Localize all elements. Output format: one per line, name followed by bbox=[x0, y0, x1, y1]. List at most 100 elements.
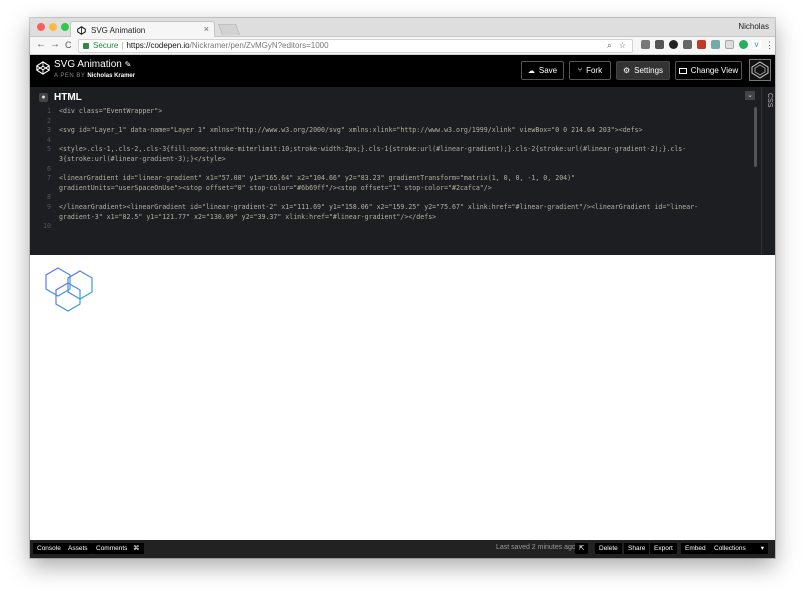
tab-title: SVG Animation bbox=[91, 25, 146, 35]
code-line[interactable]: 7 <linearGradient id="linear-gradient" x1… bbox=[39, 174, 751, 183]
code-line[interactable]: 8 bbox=[39, 193, 751, 202]
code-text: gradient-3" x1="82.5" y1="121.77" x2="13… bbox=[59, 212, 437, 221]
new-tab-button[interactable] bbox=[217, 24, 241, 35]
line-number: 4 bbox=[47, 135, 51, 144]
editor-settings-icon[interactable]: ● bbox=[39, 92, 48, 102]
url-host: https://codepen.io bbox=[126, 41, 190, 50]
code-line[interactable]: 3{stroke:url(#linear-gradient-3);}</styl… bbox=[39, 155, 751, 164]
extension-icon[interactable] bbox=[641, 40, 650, 49]
external-view-icon[interactable]: ⇱ bbox=[575, 543, 589, 554]
reload-icon[interactable]: C bbox=[65, 39, 72, 51]
code-line[interactable]: 2 bbox=[39, 117, 751, 126]
lock-icon bbox=[83, 43, 89, 49]
line-number: 10 bbox=[43, 222, 51, 231]
share-button[interactable]: Share bbox=[624, 543, 650, 554]
avatar[interactable] bbox=[749, 59, 771, 81]
line-number: 8 bbox=[47, 193, 51, 202]
keyboard-shortcuts-button[interactable]: ⌘ bbox=[129, 543, 144, 554]
extension-icon[interactable] bbox=[725, 40, 734, 49]
avatar-image bbox=[751, 61, 769, 79]
collections-dropdown[interactable]: Collections ▾ bbox=[710, 543, 768, 554]
forward-arrow-icon[interactable]: → bbox=[50, 39, 60, 51]
export-button[interactable]: Export bbox=[650, 543, 677, 554]
line-number: 9 bbox=[47, 203, 51, 211]
code-line[interactable]: 1 <div class="EventWrapper"> bbox=[39, 107, 751, 116]
gear-icon: ⚙ bbox=[622, 66, 631, 75]
extension-icon[interactable] bbox=[669, 40, 678, 49]
pencil-icon[interactable]: ✎ bbox=[125, 60, 132, 69]
layout-icon bbox=[678, 67, 687, 74]
code-text: </linearGradient><linearGradient id="lin… bbox=[59, 203, 699, 211]
code-line[interactable]: gradient-3" x1="82.5" y1="121.77" x2="13… bbox=[39, 213, 751, 222]
extension-icon[interactable] bbox=[711, 40, 720, 49]
bookmark-star-icon[interactable]: ☆ bbox=[619, 41, 626, 50]
extension-icon[interactable] bbox=[739, 40, 748, 49]
extension-icon[interactable] bbox=[683, 40, 692, 49]
profile-name[interactable]: Nicholas bbox=[738, 22, 769, 31]
save-button[interactable]: ☁ Save bbox=[521, 61, 564, 80]
code-line[interactable]: 6 bbox=[39, 165, 751, 174]
line-number: 2 bbox=[47, 116, 51, 125]
hexagon-animation-graphic bbox=[45, 267, 93, 312]
collapse-editor-icon[interactable]: ⌄ bbox=[745, 91, 755, 100]
code-text: 3{stroke:url(#linear-gradient-3);}</styl… bbox=[59, 155, 226, 163]
back-arrow-icon[interactable]: ← bbox=[36, 39, 46, 51]
code-line[interactable]: 4 bbox=[39, 136, 751, 145]
console-button[interactable]: Console bbox=[33, 543, 65, 554]
menu-kebab-icon[interactable]: ⋮ bbox=[765, 39, 774, 51]
code-text: <svg id="Layer_1" data-name="Layer 1" xm… bbox=[59, 126, 643, 135]
code-line[interactable]: gradientUnits="userSpaceOnUse"><stop off… bbox=[39, 184, 751, 193]
delete-button[interactable]: Delete bbox=[595, 543, 622, 554]
cloud-icon: ☁ bbox=[527, 67, 535, 75]
browser-toolbar: ← → C Secure | https://codepen.io/Nickrame… bbox=[30, 37, 775, 55]
zoom-icon[interactable]: ⌕ bbox=[607, 41, 611, 50]
footer-bar: Console Assets Comments ⌘ Last saved 2 m… bbox=[30, 540, 775, 558]
code-area[interactable]: 1 <div class="EventWrapper"> 2 3 <svg id="La… bbox=[39, 105, 751, 253]
chevron-down-icon: ▾ bbox=[760, 545, 764, 552]
pen-title[interactable]: SVG Animation ✎ bbox=[54, 59, 131, 70]
settings-button[interactable]: ⚙ Settings bbox=[616, 61, 670, 80]
secure-label: Secure bbox=[93, 41, 119, 50]
editor-header: ● HTML bbox=[39, 90, 82, 104]
embed-button[interactable]: Embed bbox=[681, 543, 710, 554]
close-window-button[interactable] bbox=[37, 23, 45, 31]
browser-window: SVG Animation × Nicholas ← → C Secure | ht… bbox=[30, 18, 775, 558]
line-number: 7 bbox=[47, 174, 51, 183]
comments-button[interactable]: Comments bbox=[92, 543, 132, 554]
last-saved-status: Last saved 2 minutes ago bbox=[496, 544, 576, 551]
css-editor-label: CSS bbox=[766, 93, 773, 108]
url-path: /Nickramer/pen/ZvMGyN?editors=1000 bbox=[189, 41, 329, 50]
code-line[interactable]: 5 <style>.cls-1,.cls-2,.cls-3{fill:none;s… bbox=[39, 145, 751, 154]
code-line[interactable]: 10 bbox=[39, 222, 751, 231]
code-line[interactable]: 3 <svg id="Layer_1" data-name="Layer 1" x… bbox=[39, 126, 751, 135]
codepen-header: SVG Animation ✎ A PEN BY Nicholas Kramer… bbox=[30, 55, 775, 87]
editor-language-label: HTML bbox=[54, 91, 82, 103]
extension-icon[interactable]: v bbox=[752, 40, 761, 49]
tab-close-icon[interactable]: × bbox=[204, 24, 209, 34]
codepen-logo-icon[interactable] bbox=[36, 61, 50, 75]
code-line[interactable]: 9 </linearGradient><linearGradient id="li… bbox=[39, 203, 751, 212]
address-bar[interactable]: Secure | https://codepen.io/Nickramer/pen/… bbox=[78, 39, 633, 53]
change-view-button[interactable]: Change View bbox=[675, 61, 742, 80]
line-number: 1 bbox=[47, 107, 51, 115]
html-editor-panel: ● HTML ⌄ 1 <div class="EventWrapper"> 2 3 <s… bbox=[30, 87, 775, 255]
tab-svg-animation[interactable]: SVG Animation × bbox=[70, 21, 215, 38]
pen-author: A PEN BY Nicholas Kramer bbox=[54, 73, 136, 79]
preview-pane bbox=[30, 255, 775, 540]
extension-icon[interactable] bbox=[697, 40, 706, 49]
tab-strip: SVG Animation × Nicholas bbox=[30, 18, 775, 38]
css-editor-collapsed[interactable]: CSS bbox=[761, 87, 775, 255]
line-number: 6 bbox=[47, 164, 51, 173]
fork-icon: ⑂ bbox=[577, 67, 583, 74]
author-link[interactable]: Nicholas Kramer bbox=[87, 73, 135, 79]
assets-button[interactable]: Assets bbox=[64, 543, 92, 554]
fork-button[interactable]: ⑂ Fork bbox=[569, 61, 611, 80]
code-text: <linearGradient id="linear-gradient" x1=… bbox=[59, 174, 576, 183]
line-number: 5 bbox=[47, 145, 51, 154]
maximize-window-button[interactable] bbox=[61, 23, 69, 31]
code-text: <div class="EventWrapper"> bbox=[59, 107, 163, 115]
extension-icon[interactable] bbox=[655, 40, 664, 49]
code-text: <style>.cls-1,.cls-2,.cls-3{fill:none;st… bbox=[59, 145, 687, 154]
minimize-window-button[interactable] bbox=[49, 23, 57, 31]
editor-scrollbar[interactable] bbox=[754, 107, 757, 167]
